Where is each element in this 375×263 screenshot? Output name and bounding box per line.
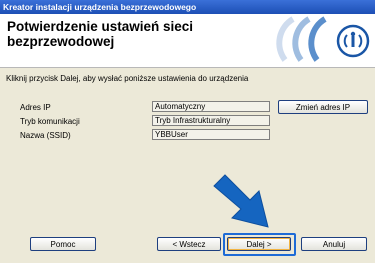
communication-mode-label: Tryb komunikacji — [20, 117, 80, 126]
change-ip-button[interactable]: Zmień adres IP — [278, 100, 368, 114]
communication-mode-value: Tryb Infrastrukturalny — [152, 115, 270, 126]
ip-address-value: Automatyczny — [152, 101, 270, 112]
pointer-arrow-icon — [212, 173, 274, 236]
back-button[interactable]: < Wstecz — [157, 237, 221, 251]
title-bar: Kreator instalacji urządzenia bezprzewod… — [0, 0, 375, 14]
wireless-signal-icon — [275, 15, 375, 68]
page-title: Potwierdzenie ustawień sieci bezprzewodo… — [7, 19, 194, 49]
help-button[interactable]: Pomoc — [30, 237, 96, 251]
next-button[interactable]: Dalej > — [227, 237, 291, 251]
instruction-text: Kliknij przycisk Dalej, aby wysłać poniż… — [6, 74, 249, 83]
wizard-window: Kreator instalacji urządzenia bezprzewod… — [0, 0, 375, 263]
wizard-header: Potwierdzenie ustawień sieci bezprzewodo… — [0, 14, 375, 68]
ip-address-label: Adres IP — [20, 103, 51, 112]
window-title: Kreator instalacji urządzenia bezprzewod… — [3, 2, 197, 12]
ssid-label: Nazwa (SSID) — [20, 131, 71, 140]
cancel-button[interactable]: Anuluj — [301, 237, 367, 251]
dialog-body: Kliknij przycisk Dalej, aby wysłać poniż… — [0, 68, 375, 263]
ssid-value: YBBUser — [152, 129, 270, 140]
